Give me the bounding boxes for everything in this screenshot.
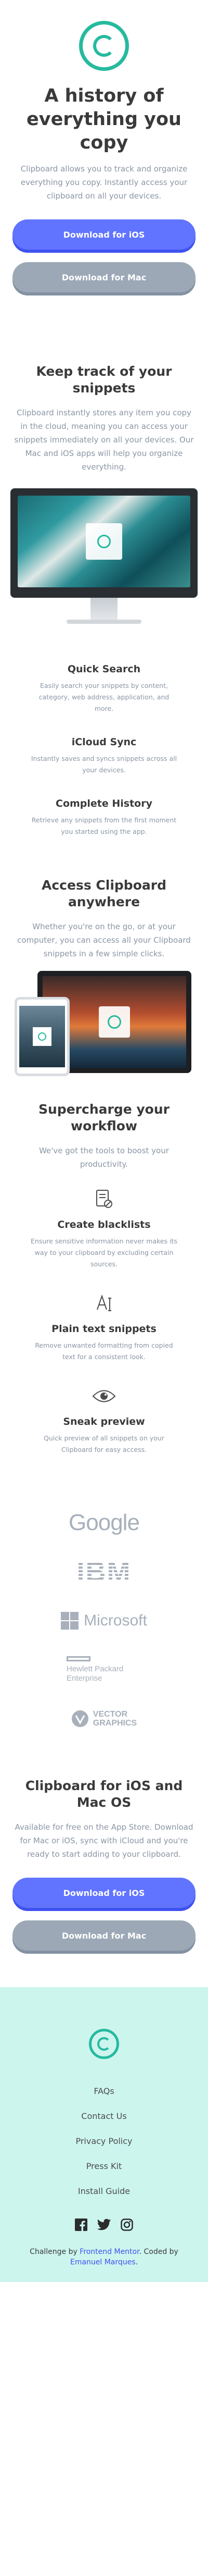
feature-sneak-preview: Sneak preview Quick preview of all snipp… xyxy=(12,1385,196,1456)
frontend-mentor-link[interactable]: Frontend Mentor xyxy=(80,2248,139,2256)
attribution-end: . xyxy=(135,2258,138,2266)
hp-enterprise-logo: Hewlett Packard Enterprise xyxy=(0,1645,208,1694)
partner-logos: Google IBM Microsoft Hewlett Packard Ent… xyxy=(0,1477,208,1748)
text-icon xyxy=(12,1292,196,1315)
instagram-icon[interactable] xyxy=(121,2218,133,2231)
download-ios-button[interactable]: Download for iOS xyxy=(12,1878,196,1908)
hero-subtitle: Clipboard allows you to track and organi… xyxy=(20,164,188,201)
google-logo: Google xyxy=(69,1510,140,1535)
cta-title: Clipboard for iOS and Mac OS xyxy=(25,1778,183,1810)
footer: FAQs Contact Us Privacy Policy Press Kit… xyxy=(0,1987,208,2282)
microsoft-squares-icon xyxy=(61,1612,79,1630)
snippets-body: Clipboard instantly stores any item you … xyxy=(14,408,194,472)
feature-text: Remove unwanted formatting from copied t… xyxy=(35,1341,173,1361)
hp-rectangle-icon xyxy=(67,1656,90,1661)
ibm-logo: IBM xyxy=(76,1556,132,1587)
cta-body: Available for free on the App Store. Dow… xyxy=(15,1822,193,1859)
feature-title: Quick Search xyxy=(67,663,141,675)
facebook-icon[interactable] xyxy=(75,2218,87,2231)
access-body: Whether you're on the go, or at your com… xyxy=(17,922,191,958)
footer-link-faqs[interactable]: FAQs xyxy=(0,2079,208,2104)
feature-title: Create blacklists xyxy=(57,1219,151,1230)
feature-plain-text: Plain text snippets Remove unwanted form… xyxy=(12,1292,196,1363)
attribution: Challenge by Frontend Mentor. Coded by E… xyxy=(0,2247,208,2267)
blacklist-icon xyxy=(12,1188,196,1211)
workflow-body: We've got the tools to boost your produc… xyxy=(39,1146,169,1169)
snippets-features: Quick Search Easily search your snippets… xyxy=(0,663,208,837)
snippets-title: Keep track of your snippets xyxy=(36,364,172,396)
footer-link-press-kit[interactable]: Press Kit xyxy=(0,2154,208,2179)
feature-title: Complete History xyxy=(56,798,152,809)
hero-section: A history of everything you copy Clipboa… xyxy=(0,0,208,292)
footer-link-contact[interactable]: Contact Us xyxy=(0,2104,208,2129)
feature-blacklists: Create blacklists Ensure sensitive infor… xyxy=(12,1188,196,1270)
feature-text: Retrieve any snippets from the first mom… xyxy=(31,816,177,835)
access-title: Access Clipboard anywhere xyxy=(42,878,166,909)
feature-text: Easily search your snippets by content, … xyxy=(38,682,170,712)
vector-graphics-logo: VECTOR GRAPHICS xyxy=(0,1694,208,1743)
cta-section: Clipboard for iOS and Mac OS Available f… xyxy=(0,1748,208,1951)
download-mac-button[interactable]: Download for Mac xyxy=(12,1920,196,1951)
workflow-section: Supercharge your workflow We've got the … xyxy=(0,1101,208,1456)
feature-title: iCloud Sync xyxy=(71,736,137,748)
footer-link-install-guide[interactable]: Install Guide xyxy=(0,2179,208,2204)
clipboard-logo-icon xyxy=(79,21,129,71)
devices-image xyxy=(0,966,208,1091)
download-mac-button[interactable]: Download for Mac xyxy=(12,262,196,292)
microsoft-logo: Microsoft xyxy=(0,1596,208,1645)
access-section: Access Clipboard anywhere Whether you're… xyxy=(0,859,208,960)
feature-icloud-sync: iCloud Sync Instantly saves and syncs sn… xyxy=(12,736,196,776)
feature-title: Plain text snippets xyxy=(51,1323,157,1335)
feature-quick-search: Quick Search Easily search your snippets… xyxy=(12,663,196,714)
footer-links: FAQs Contact Us Privacy Policy Press Kit… xyxy=(0,2079,208,2204)
author-link[interactable]: Emanuel Marques xyxy=(70,2258,136,2266)
eye-icon xyxy=(12,1385,196,1408)
attribution-prefix: Challenge by xyxy=(30,2248,80,2256)
workflow-title: Supercharge your workflow xyxy=(38,1102,170,1133)
desktop-monitor-image xyxy=(0,488,208,645)
feature-complete-history: Complete History Retrieve any snippets f… xyxy=(12,798,196,837)
snippets-section: Keep track of your snippets Clipboard in… xyxy=(0,305,208,474)
download-ios-button[interactable]: Download for iOS xyxy=(12,219,196,250)
footer-link-privacy[interactable]: Privacy Policy xyxy=(0,2129,208,2154)
vector-graphics-mark-icon xyxy=(71,1710,88,1727)
footer-clipboard-logo-icon[interactable] xyxy=(89,2029,119,2059)
feature-text: Quick preview of all snippets on your Cl… xyxy=(44,1434,164,1453)
social-links xyxy=(0,2218,208,2231)
twitter-icon[interactable] xyxy=(97,2218,111,2231)
feature-text: Instantly saves and syncs snippets acros… xyxy=(31,755,177,774)
hero-title: A history of everything you copy xyxy=(27,85,181,153)
attribution-mid: . Coded by xyxy=(139,2248,178,2256)
feature-text: Ensure sensitive information never makes… xyxy=(31,1237,177,1268)
feature-title: Sneak preview xyxy=(63,1416,145,1427)
